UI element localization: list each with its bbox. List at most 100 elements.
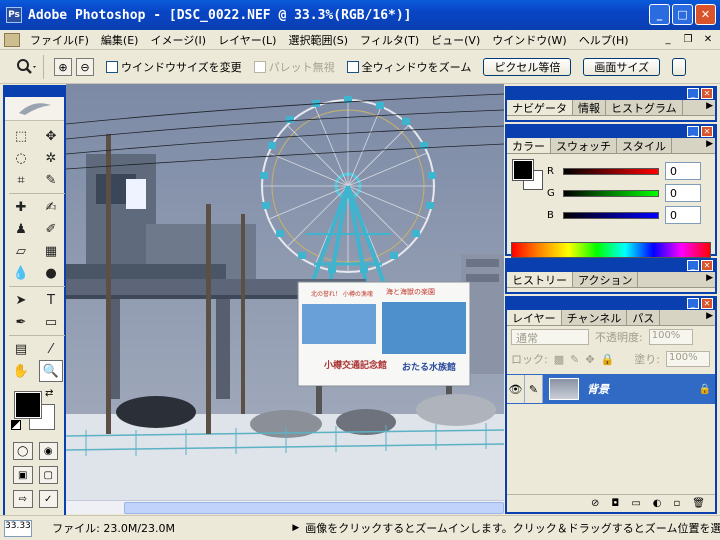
- default-colors-icon[interactable]: [11, 420, 21, 430]
- layers-minimize-button[interactable]: _: [687, 298, 699, 309]
- r-slider[interactable]: [563, 167, 659, 175]
- zoom-all-checkbox[interactable]: 全ウィンドウをズーム: [346, 59, 471, 75]
- r-value-input[interactable]: 0: [665, 162, 701, 180]
- g-value-input[interactable]: 0: [665, 184, 701, 202]
- history-minimize-button[interactable]: _: [687, 260, 699, 271]
- document-icon[interactable]: [4, 32, 20, 47]
- clone-stamp-tool-icon[interactable]: ♟: [9, 218, 33, 240]
- link-layers-icon[interactable]: ⊘: [591, 498, 599, 509]
- doc-minimize-button[interactable]: _: [660, 32, 676, 47]
- panel-menu-icon[interactable]: ▶: [706, 311, 713, 321]
- hand-tool-icon[interactable]: ✋: [9, 360, 33, 382]
- navigator-close-button[interactable]: ✕: [701, 88, 713, 99]
- eraser-tool-icon[interactable]: ▱: [9, 240, 33, 262]
- magic-wand-tool-icon[interactable]: ✲: [39, 147, 63, 169]
- brush-tool-icon[interactable]: ✍: [39, 196, 63, 218]
- scrollbar-thumb[interactable]: [124, 502, 504, 514]
- close-button[interactable]: ✕: [695, 4, 716, 25]
- notes-tool-icon[interactable]: ▤: [9, 338, 33, 360]
- tab-layers[interactable]: レイヤー: [507, 310, 562, 325]
- tab-styles[interactable]: スタイル: [617, 138, 672, 153]
- tab-histogram[interactable]: ヒストグラム: [606, 100, 683, 115]
- move-tool-icon[interactable]: ✥: [39, 125, 63, 147]
- history-close-button[interactable]: ✕: [701, 260, 713, 271]
- edit-in-imageready-icon[interactable]: ✓: [38, 490, 58, 508]
- actual-pixels-button[interactable]: ピクセル等倍: [483, 58, 572, 76]
- color-close-button[interactable]: ✕: [701, 126, 713, 137]
- quick-mask-mode-icon[interactable]: ◉: [38, 442, 58, 460]
- menu-window[interactable]: ウインドウ(W): [486, 32, 572, 48]
- zoom-tool-icon[interactable]: 🔍: [39, 360, 63, 382]
- menu-layer[interactable]: レイヤー(L): [212, 32, 282, 48]
- b-value-input[interactable]: 0: [665, 206, 701, 224]
- doc-close-button[interactable]: ✕: [700, 32, 716, 47]
- menu-select[interactable]: 選択範囲(S): [282, 32, 354, 48]
- path-selection-tool-icon[interactable]: ➤: [9, 289, 33, 311]
- new-layer-icon[interactable]: ▫: [674, 498, 681, 509]
- zoom-in-icon[interactable]: ⊕: [54, 58, 72, 76]
- tab-channels[interactable]: チャンネル: [561, 310, 628, 325]
- status-menu-arrow-icon[interactable]: ▶: [292, 523, 299, 533]
- navigator-minimize-button[interactable]: _: [687, 88, 699, 99]
- tab-swatches[interactable]: スウォッチ: [551, 138, 617, 153]
- crop-tool-icon[interactable]: ⌗: [9, 169, 33, 191]
- shape-tool-icon[interactable]: ▭: [39, 311, 63, 333]
- zoom-level-input[interactable]: 33.33%: [4, 519, 33, 537]
- lasso-tool-icon[interactable]: ◌: [9, 147, 33, 169]
- opacity-input[interactable]: 100%: [648, 329, 693, 345]
- doc-restore-button[interactable]: ❐: [680, 32, 696, 47]
- tab-actions[interactable]: アクション: [573, 272, 639, 287]
- tab-navigator[interactable]: ナビゲータ: [507, 100, 573, 115]
- photoshop-app-icon[interactable]: Ps: [6, 7, 22, 23]
- menu-help[interactable]: ヘルプ(H): [573, 32, 635, 48]
- horizontal-scrollbar[interactable]: [66, 500, 504, 514]
- gradient-tool-icon[interactable]: ▦: [39, 240, 63, 262]
- image-canvas[interactable]: 北の誉れ！ 小樽の漁魂 海と海獣の楽園 小樽交通記念館 おたる水族館: [66, 84, 504, 500]
- fit-screen-button[interactable]: 画面サイズ: [583, 58, 661, 76]
- tab-paths[interactable]: パス: [627, 310, 661, 325]
- lock-all-icon[interactable]: 🔒: [601, 353, 615, 366]
- slice-tool-icon[interactable]: ✎: [39, 169, 63, 191]
- panel-menu-icon[interactable]: ▶: [706, 273, 713, 283]
- add-mask-icon[interactable]: ◘: [611, 498, 619, 509]
- blur-tool-icon[interactable]: 💧: [9, 262, 33, 284]
- b-slider[interactable]: [563, 211, 659, 219]
- layers-close-button[interactable]: ✕: [701, 298, 713, 309]
- color-spectrum-bar[interactable]: [511, 242, 711, 258]
- jump-to-imageready-icon[interactable]: ⇨: [13, 490, 33, 508]
- screen-mode-menu-icon[interactable]: ▢: [38, 466, 58, 484]
- zoom-tool-preset[interactable]: [8, 55, 44, 79]
- color-minimize-button[interactable]: _: [687, 126, 699, 137]
- tab-history[interactable]: ヒストリー: [507, 272, 573, 287]
- panel-menu-icon[interactable]: ▶: [706, 101, 713, 111]
- tab-info[interactable]: 情報: [573, 100, 606, 115]
- delete-layer-icon[interactable]: 🗑: [692, 498, 705, 509]
- menu-edit[interactable]: 編集(E): [95, 32, 145, 48]
- print-size-button[interactable]: [672, 58, 687, 76]
- menu-file[interactable]: ファイル(F): [24, 32, 95, 48]
- dodge-tool-icon[interactable]: ●: [39, 262, 63, 284]
- menu-image[interactable]: イメージ(I): [144, 32, 212, 48]
- lock-position-icon[interactable]: ✥: [585, 353, 594, 366]
- toolbox-titlebar[interactable]: [5, 87, 64, 97]
- lock-image-icon[interactable]: ✎: [570, 353, 579, 366]
- pen-tool-icon[interactable]: ✒: [9, 311, 33, 333]
- foreground-color-swatch[interactable]: [14, 391, 42, 419]
- layer-row-background[interactable]: 👁 ✎ 背景 🔒: [507, 374, 715, 404]
- healing-brush-tool-icon[interactable]: ✚: [9, 196, 33, 218]
- adobe-online-feather-icon[interactable]: [5, 97, 64, 121]
- panel-menu-icon[interactable]: ▶: [706, 139, 713, 149]
- adjustment-layer-icon[interactable]: ◐: [653, 498, 662, 509]
- screen-mode-standard-icon[interactable]: ▣: [13, 466, 33, 484]
- history-brush-tool-icon[interactable]: ✐: [39, 218, 63, 240]
- layer-brush-icon[interactable]: ✎: [525, 375, 543, 403]
- fill-input[interactable]: 100%: [665, 351, 710, 367]
- g-slider[interactable]: [563, 189, 659, 197]
- zoom-out-icon[interactable]: ⊖: [76, 58, 94, 76]
- maximize-button[interactable]: □: [672, 4, 693, 25]
- standard-mode-icon[interactable]: ◯: [13, 442, 33, 460]
- resize-windows-checkbox[interactable]: ウインドウサイズを変更: [106, 59, 242, 75]
- type-tool-icon[interactable]: T: [39, 289, 63, 311]
- new-group-icon[interactable]: ▭: [631, 498, 640, 509]
- color-foreground-swatch[interactable]: [512, 159, 534, 181]
